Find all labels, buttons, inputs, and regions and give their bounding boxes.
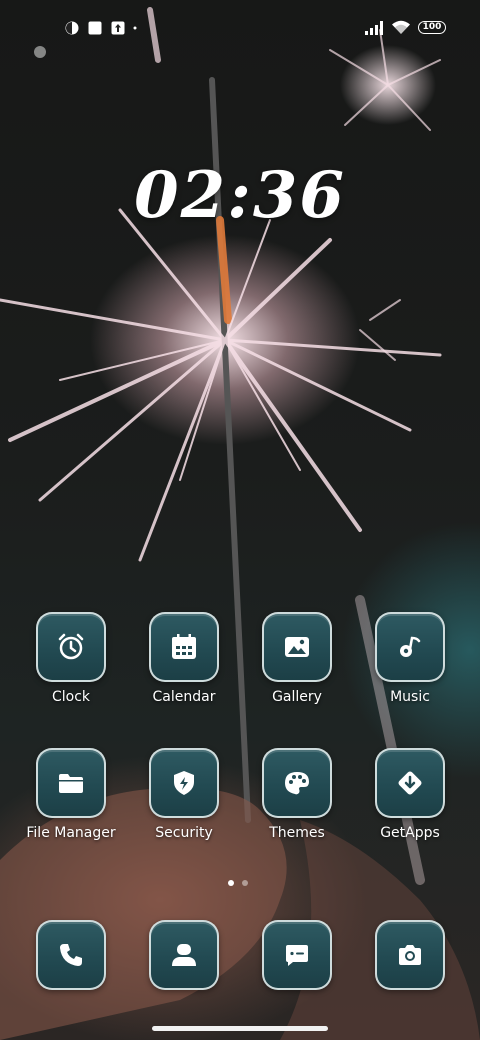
image-icon: [262, 612, 332, 682]
dock-messaging[interactable]: [262, 920, 332, 990]
dock-phone[interactable]: [36, 920, 106, 990]
square-icon: [87, 20, 102, 35]
app-music[interactable]: Music: [355, 612, 465, 705]
app-label: Themes: [269, 825, 325, 841]
dock-contacts[interactable]: [149, 920, 219, 990]
palette-icon: [262, 748, 332, 818]
download-icon: [375, 748, 445, 818]
wallpaper-sparkler: [0, 7, 480, 1040]
gesture-bar[interactable]: [152, 1026, 328, 1031]
shield-icon: [149, 748, 219, 818]
app-label: GetApps: [380, 825, 440, 841]
wifi-icon: [391, 20, 411, 35]
app-label: File Manager: [26, 825, 116, 841]
notification-dot-icon: [132, 20, 138, 35]
app-calendar[interactable]: Calendar: [129, 612, 239, 705]
contact-icon: [149, 920, 219, 990]
status-bar: 100: [0, 0, 480, 56]
music-note-icon: [375, 612, 445, 682]
signal-icon: [364, 20, 384, 35]
app-label: Security: [155, 825, 213, 841]
phone-icon: [36, 920, 106, 990]
dock-camera[interactable]: [375, 920, 445, 990]
app-security[interactable]: Security: [129, 748, 239, 841]
app-file-manager[interactable]: File Manager: [16, 748, 126, 841]
calendar-icon: [149, 612, 219, 682]
clock-widget[interactable]: 02:36: [0, 158, 480, 233]
app-clock[interactable]: Clock: [16, 612, 126, 705]
page-dot-active: [228, 880, 234, 886]
page-dot: [242, 880, 248, 886]
app-getapps[interactable]: GetApps: [355, 748, 465, 841]
app-themes[interactable]: Themes: [242, 748, 352, 841]
app-label: Clock: [51, 689, 91, 705]
folder-icon: [36, 748, 106, 818]
app-label: Music: [390, 689, 430, 705]
app-label: Gallery: [272, 689, 322, 705]
alarm-clock-icon: [36, 612, 106, 682]
theme-icon: [64, 20, 79, 35]
message-icon: [262, 920, 332, 990]
camera-icon: [375, 920, 445, 990]
upload-icon: [110, 20, 125, 35]
battery-indicator: 100: [418, 21, 446, 34]
app-label: Calendar: [152, 689, 216, 705]
app-gallery[interactable]: Gallery: [242, 612, 352, 705]
